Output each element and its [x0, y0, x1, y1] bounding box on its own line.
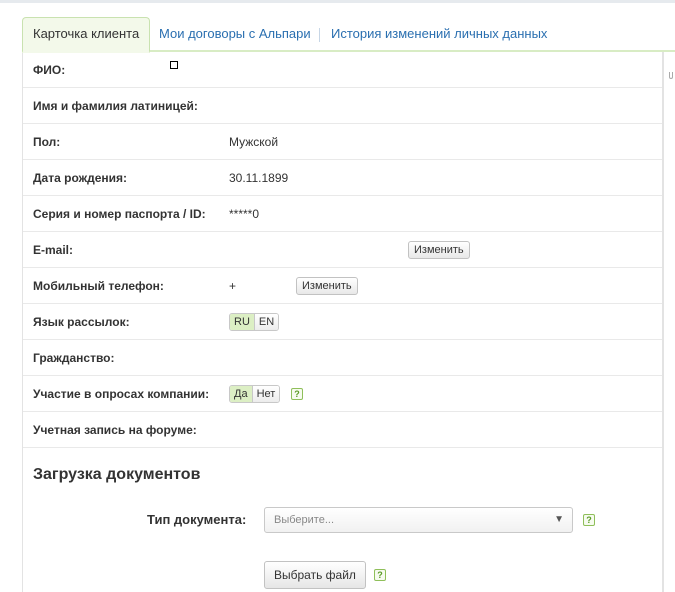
row-gender: Пол: Мужской: [23, 124, 662, 160]
documents-section-title: Загрузка документов: [33, 466, 201, 483]
mailing-language-toggle: RU EN: [229, 313, 280, 331]
email-change-button[interactable]: Изменить: [408, 241, 470, 259]
phone-value: +: [229, 279, 237, 293]
row-latin-name: Имя и фамилия латиницей:: [23, 88, 662, 124]
mouse-cursor-icon: [170, 61, 178, 69]
gender-value: Мужской: [229, 135, 279, 149]
latin-name-label: Имя и фамилия латиницей:: [33, 99, 198, 113]
document-type-select[interactable]: Выберите... ▼: [264, 507, 573, 533]
mailing-language-ru-option[interactable]: RU: [230, 314, 254, 330]
row-phone: Мобильный телефон: + Изменить: [23, 268, 662, 304]
citizenship-label: Гражданство:: [33, 351, 115, 365]
birthdate-value: 30.11.1899: [229, 171, 289, 185]
passport-label: Серия и номер паспорта / ID:: [33, 207, 206, 221]
birthdate-label: Дата рождения:: [33, 171, 128, 185]
row-email: E-mail: Изменить: [23, 232, 662, 268]
row-surveys: Участие в опросах компании: Да Нет ?: [23, 376, 662, 412]
tab-my-contracts[interactable]: Мои договоры с Альпари: [159, 18, 311, 52]
mailing-language-en-option[interactable]: EN: [253, 314, 279, 330]
passport-value: *****0: [229, 207, 260, 221]
client-card-panel: ФИО: Имя и фамилия латиницей: Пол: Мужск…: [22, 52, 663, 592]
tab-separator: [319, 28, 320, 42]
tab-personal-data-history[interactable]: История изменений личных данных: [331, 18, 547, 52]
top-border: [0, 0, 675, 3]
row-mailing-language: Язык рассылок: RU EN: [23, 304, 662, 340]
phone-change-button[interactable]: Изменить: [296, 277, 358, 295]
mailing-language-label: Язык рассылок:: [33, 315, 130, 329]
row-fio: ФИО:: [23, 52, 662, 88]
tab-bar: Карточка клиента Мои договоры с Альпари …: [22, 16, 675, 53]
surveys-help-icon[interactable]: ?: [291, 388, 303, 400]
surveys-toggle: Да Нет: [229, 385, 281, 403]
phone-label: Мобильный телефон:: [33, 279, 164, 293]
forum-account-label: Учетная запись на форуме:: [33, 423, 197, 437]
rail-marker-icon: [669, 72, 673, 79]
row-birthdate: Дата рождения: 30.11.1899: [23, 160, 662, 196]
surveys-yes-option[interactable]: Да: [230, 386, 252, 402]
row-forum-account: Учетная запись на форуме:: [23, 412, 662, 448]
choose-file-help-icon[interactable]: ?: [374, 569, 386, 581]
fio-label: ФИО:: [33, 63, 66, 77]
gender-label: Пол:: [33, 135, 61, 149]
row-citizenship: Гражданство:: [23, 340, 662, 376]
right-scroll-rail: [663, 52, 675, 592]
document-type-label: Тип документа:: [147, 512, 247, 527]
tab-client-card[interactable]: Карточка клиента: [22, 17, 151, 53]
surveys-no-option[interactable]: Нет: [251, 386, 280, 402]
choose-file-button[interactable]: Выбрать файл: [264, 561, 366, 589]
document-type-help-icon[interactable]: ?: [583, 514, 595, 526]
chevron-down-icon: ▼: [554, 514, 564, 525]
row-passport: Серия и номер паспорта / ID: *****0: [23, 196, 662, 232]
email-label: E-mail:: [33, 243, 74, 257]
surveys-label: Участие в опросах компании:: [33, 387, 210, 401]
document-type-placeholder: Выберите...: [274, 514, 335, 526]
